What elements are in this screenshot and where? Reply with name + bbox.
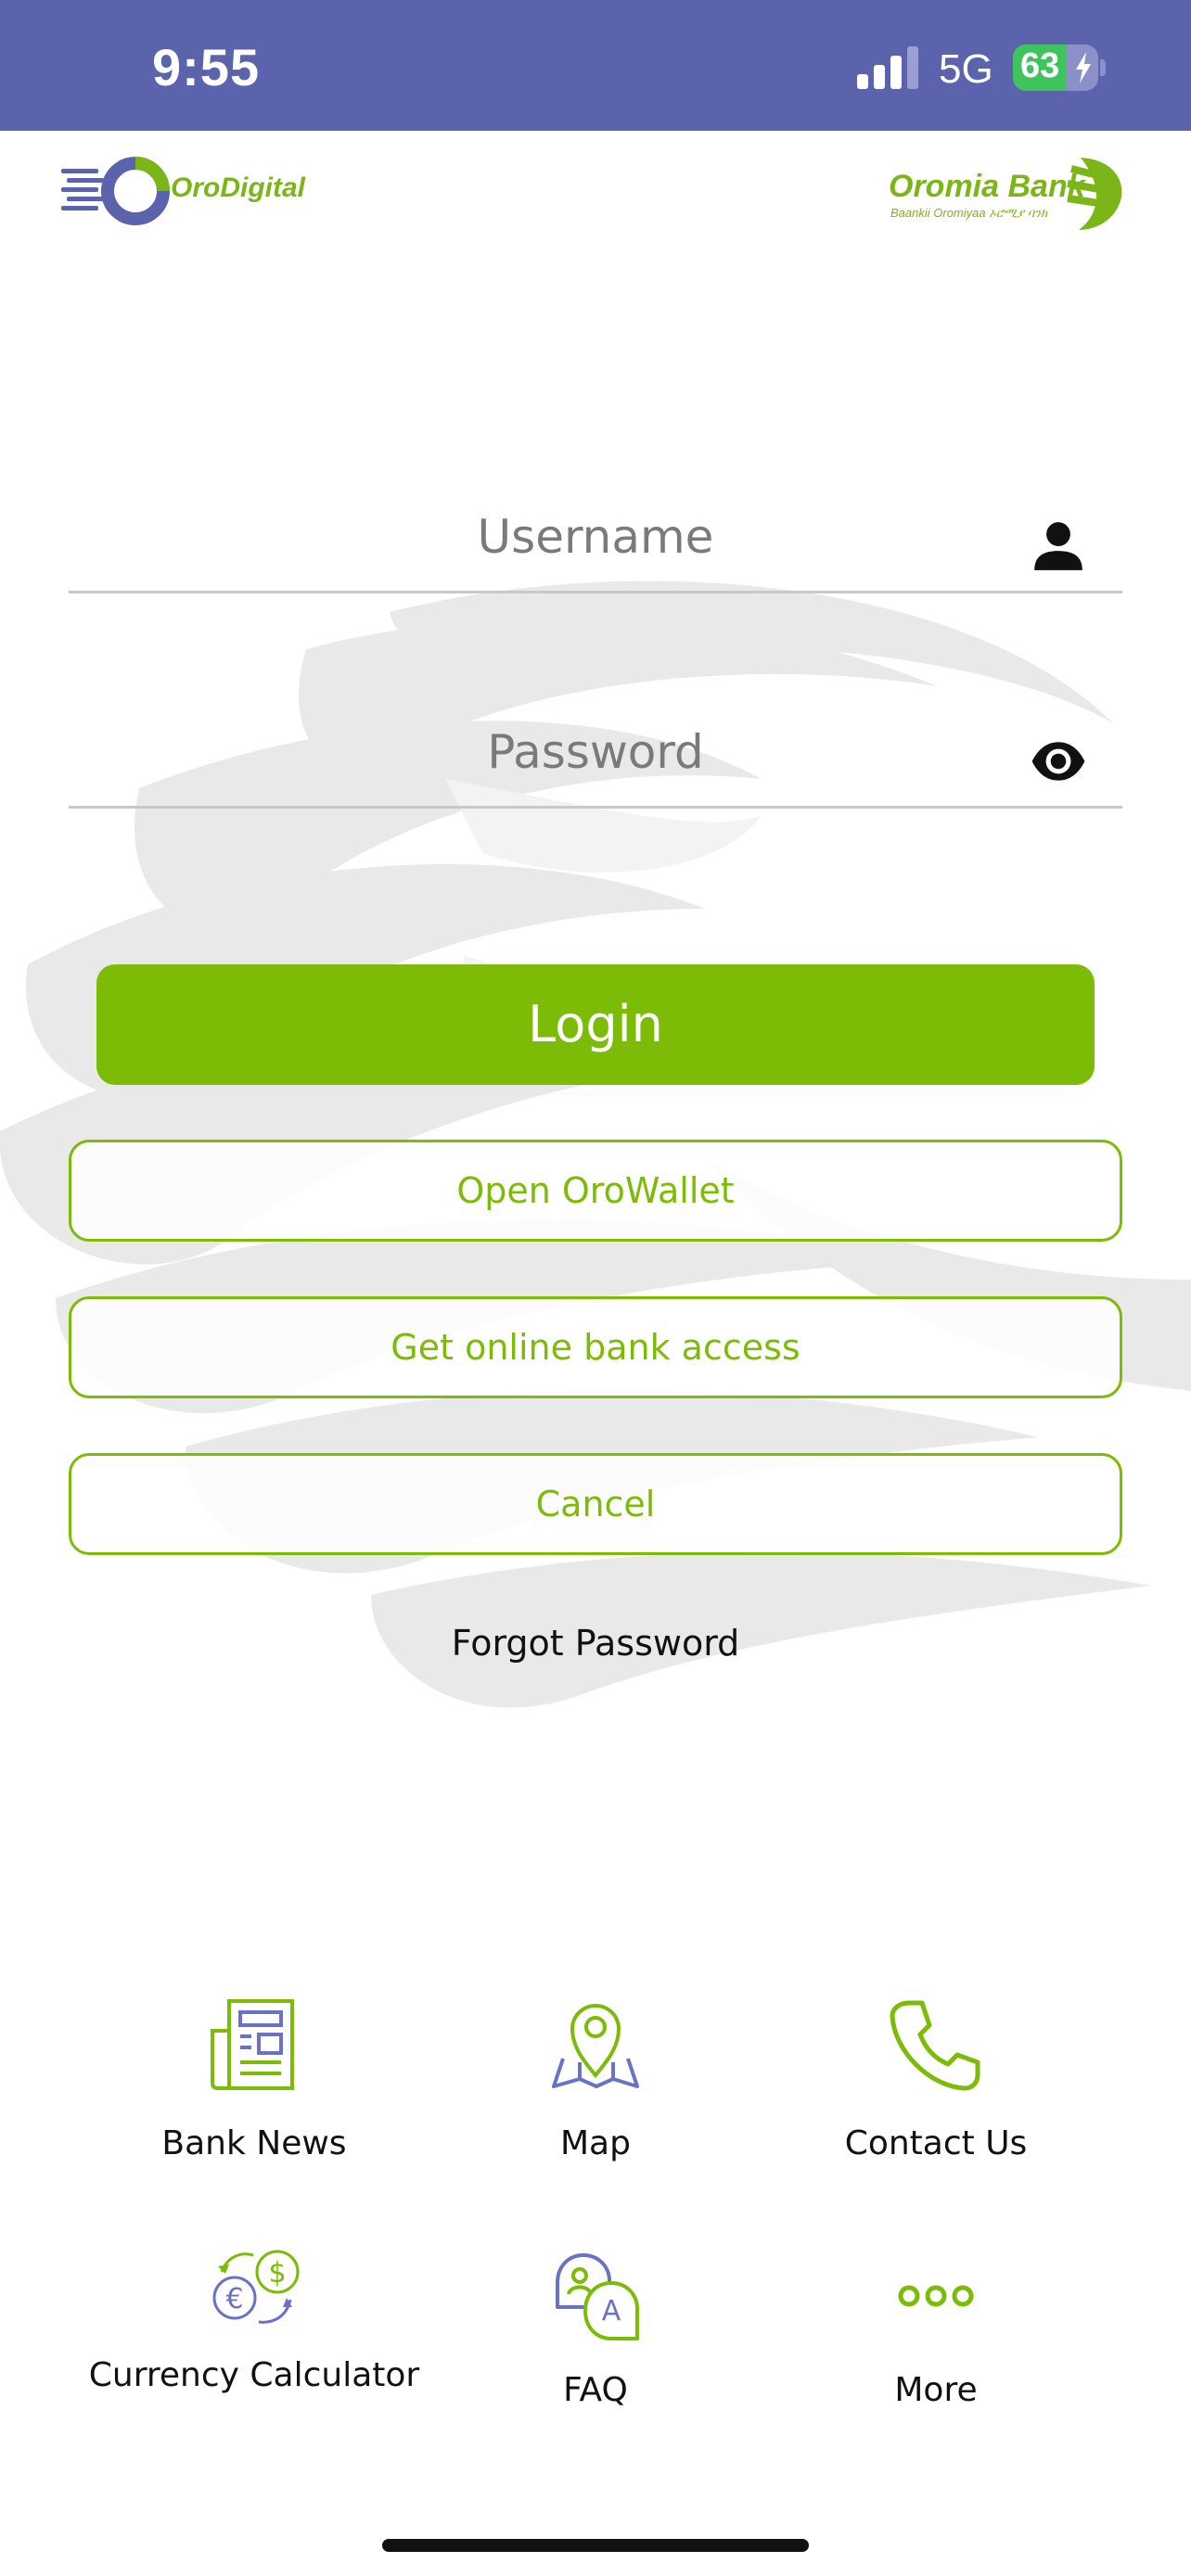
svg-text:A: A xyxy=(602,2295,621,2327)
username-field[interactable] xyxy=(69,482,1122,593)
more-dots-icon xyxy=(898,2285,974,2307)
cancel-button[interactable]: Cancel xyxy=(69,1453,1122,1555)
newspaper-icon xyxy=(211,1999,294,2090)
eye-icon[interactable] xyxy=(1030,733,1087,790)
forgot-password-link[interactable]: Forgot Password xyxy=(0,1623,1191,1664)
svg-text:$: $ xyxy=(268,2257,286,2289)
status-bar: 9:55 5G 63 xyxy=(0,0,1191,131)
currency-calculator-label: Currency Calculator xyxy=(88,2356,420,2394)
more-label: More xyxy=(894,2371,978,2409)
password-input[interactable] xyxy=(69,697,1122,806)
signal-icon xyxy=(857,46,918,89)
get-online-bank-access-button[interactable]: Get online bank access xyxy=(69,1296,1122,1398)
battery-indicator: 63 xyxy=(1013,45,1098,91)
open-orowallet-button[interactable]: Open OroWallet xyxy=(69,1140,1122,1242)
charging-bolt-icon xyxy=(1076,52,1091,83)
quick-link-contact-us[interactable]: Contact Us xyxy=(764,1994,1108,2166)
home-indicator xyxy=(382,2539,809,2552)
bank-news-label: Bank News xyxy=(161,2124,347,2162)
oromia-bank-logo-subtext: Baankii Oromiyaa ኦሮሚያ ባንክ xyxy=(890,206,1048,220)
network-label: 5G xyxy=(939,46,993,92)
status-time: 9:55 xyxy=(152,38,261,96)
password-field[interactable] xyxy=(69,697,1122,809)
phone-icon xyxy=(890,2000,980,2091)
username-input[interactable] xyxy=(69,482,1122,591)
person-icon xyxy=(1034,522,1082,570)
svg-text:€: € xyxy=(225,2283,243,2315)
oromia-bank-logo-text: Oromia Bank xyxy=(889,169,1085,204)
chat-bubbles-icon: A xyxy=(556,2253,639,2340)
faq-label: FAQ xyxy=(563,2371,628,2409)
login-button[interactable]: Login xyxy=(96,964,1095,1085)
map-label: Map xyxy=(560,2124,631,2162)
quick-link-faq[interactable]: A FAQ xyxy=(424,2242,767,2413)
orodigital-logo-text: OroDigital xyxy=(171,172,306,203)
currency-exchange-icon: € $ xyxy=(212,2250,300,2324)
battery-nub xyxy=(1100,59,1106,76)
map-pin-icon xyxy=(552,2004,639,2088)
quick-link-map[interactable]: Map xyxy=(424,1994,767,2166)
quick-link-bank-news[interactable]: Bank News xyxy=(83,1994,426,2166)
quick-link-more[interactable]: More xyxy=(764,2242,1108,2413)
contact-us-label: Contact Us xyxy=(844,2124,1028,2162)
quick-link-currency-calculator[interactable]: € $ Currency Calculator xyxy=(83,2242,426,2398)
